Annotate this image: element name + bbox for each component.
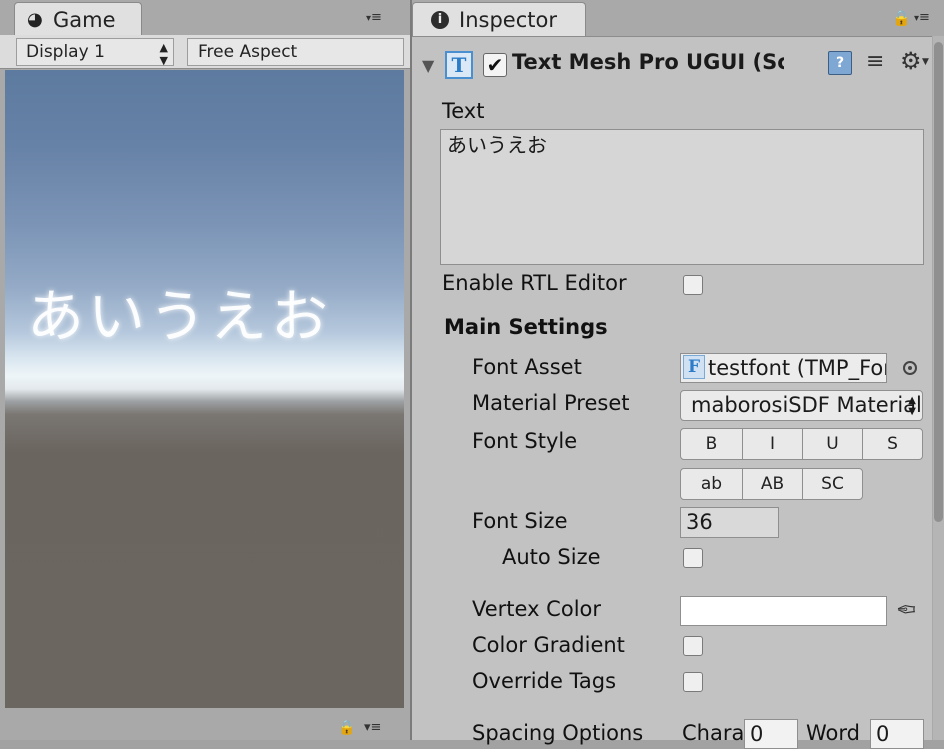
panel-menu-icon[interactable]: ▾≡ <box>366 8 396 28</box>
auto-size-label: Auto Size <box>502 545 601 569</box>
tab-game-label: Game <box>53 8 116 32</box>
aspect-dropdown-label: Free Aspect <box>198 42 298 62</box>
game-toolbar: Display 1 ▲ ▼ Free Aspect <box>0 35 410 69</box>
material-preset-label: Material Preset <box>472 391 630 415</box>
help-book-icon[interactable]: ? <box>828 51 852 75</box>
text-input[interactable]: あいうえお <box>440 129 924 265</box>
lock-icon[interactable]: 🔒 <box>338 720 355 736</box>
info-icon: i <box>431 11 449 29</box>
smallcaps-style-button[interactable]: SC <box>802 468 863 500</box>
inspector-content: ▼ T ✔ Text Mesh Pro UGUI (Script) ? ≡ ⚙ … <box>412 36 932 749</box>
tab-game[interactable]: ◕ Game <box>14 2 142 36</box>
display-dropdown[interactable]: Display 1 ▲ ▼ <box>16 38 174 67</box>
color-gradient-label: Color Gradient <box>472 633 625 657</box>
inspector-panel: i Inspector 🔒 ▾≡ ▼ T ✔ Text Mesh Pro UGU… <box>412 0 944 749</box>
spacing-word-field[interactable]: 0 <box>870 719 924 749</box>
tab-inspector-label: Inspector <box>459 8 557 32</box>
gear-icon[interactable]: ⚙ <box>900 47 922 75</box>
italic-style-button[interactable]: I <box>742 428 803 460</box>
game-panel: ◕ Game ▾≡ Display 1 ▲ ▼ Free Aspect あいうえお… <box>0 0 410 740</box>
font-asset-field[interactable]: Ftestfont (TMP_Font Asset) <box>680 353 887 383</box>
font-size-label: Font Size <box>472 509 568 533</box>
eyedropper-icon[interactable]: ✑ <box>896 596 916 624</box>
textmeshpro-icon: T <box>445 51 473 79</box>
inspector-scrollbar[interactable] <box>933 36 944 740</box>
lowercase-style-button[interactable]: ab <box>680 468 743 500</box>
auto-size-checkbox[interactable] <box>683 548 703 568</box>
override-tags-checkbox[interactable] <box>683 672 703 692</box>
rendered-text: あいうえお <box>27 284 332 350</box>
component-header[interactable]: ▼ T ✔ Text Mesh Pro UGUI (Script) ? ≡ ⚙ … <box>412 47 932 87</box>
panel-menu-icon[interactable]: ▾≡ <box>914 8 944 28</box>
vertex-color-field[interactable] <box>680 596 887 626</box>
enable-rtl-label: Enable RTL Editor <box>442 271 627 295</box>
underline-style-button[interactable]: U <box>802 428 863 460</box>
tab-inspector[interactable]: i Inspector <box>412 2 586 36</box>
main-settings-heading: Main Settings <box>444 315 608 339</box>
font-size-field[interactable]: 36 <box>680 507 779 538</box>
aspect-dropdown[interactable]: Free Aspect <box>187 38 404 66</box>
presets-icon[interactable]: ≡ <box>866 49 884 74</box>
color-gradient-checkbox[interactable] <box>683 636 703 656</box>
text-label: Text <box>442 99 485 123</box>
bold-style-button[interactable]: B <box>680 428 743 460</box>
material-preset-dropdown[interactable]: maborosiSDF Material ▲ ▼ <box>680 390 923 421</box>
component-title: Text Mesh Pro UGUI (Script) <box>512 50 784 74</box>
spacing-char-label: Chara <box>682 721 745 745</box>
chevron-down-icon: ▼ <box>922 57 929 67</box>
font-style-label: Font Style <box>472 429 578 453</box>
pacman-icon: ◕ <box>27 9 43 30</box>
display-dropdown-label: Display 1 <box>26 42 105 62</box>
component-enabled-checkbox[interactable]: ✔ <box>483 53 507 77</box>
game-viewport[interactable]: あいうえお <box>5 70 404 708</box>
panel-menu-icon[interactable]: ▾≡ <box>364 720 381 735</box>
strikethrough-style-button[interactable]: S <box>862 428 923 460</box>
object-picker-icon[interactable] <box>903 361 917 375</box>
override-tags-label: Override Tags <box>472 669 617 693</box>
spacing-options-label: Spacing Options <box>472 721 644 745</box>
font-asset-icon: F <box>683 355 705 379</box>
lock-icon[interactable]: 🔒 <box>892 9 911 27</box>
updown-arrows-icon: ▲ ▼ <box>159 41 168 67</box>
fold-arrow-icon[interactable]: ▼ <box>422 56 434 75</box>
font-asset-label: Font Asset <box>472 355 582 379</box>
uppercase-style-button[interactable]: AB <box>742 468 803 500</box>
updown-arrows-icon: ▲ ▼ <box>908 395 916 417</box>
material-preset-value: maborosiSDF Material <box>691 393 922 417</box>
font-asset-value: testfont (TMP_Font Asset) <box>708 356 886 380</box>
vertex-color-label: Vertex Color <box>472 597 602 621</box>
spacing-word-label: Word <box>806 721 860 745</box>
scrollbar-thumb[interactable] <box>934 42 943 522</box>
game-panel-footer: 🔒 ▾≡ <box>0 710 410 740</box>
spacing-char-field[interactable]: 0 <box>744 719 798 749</box>
enable-rtl-checkbox[interactable] <box>683 275 703 295</box>
